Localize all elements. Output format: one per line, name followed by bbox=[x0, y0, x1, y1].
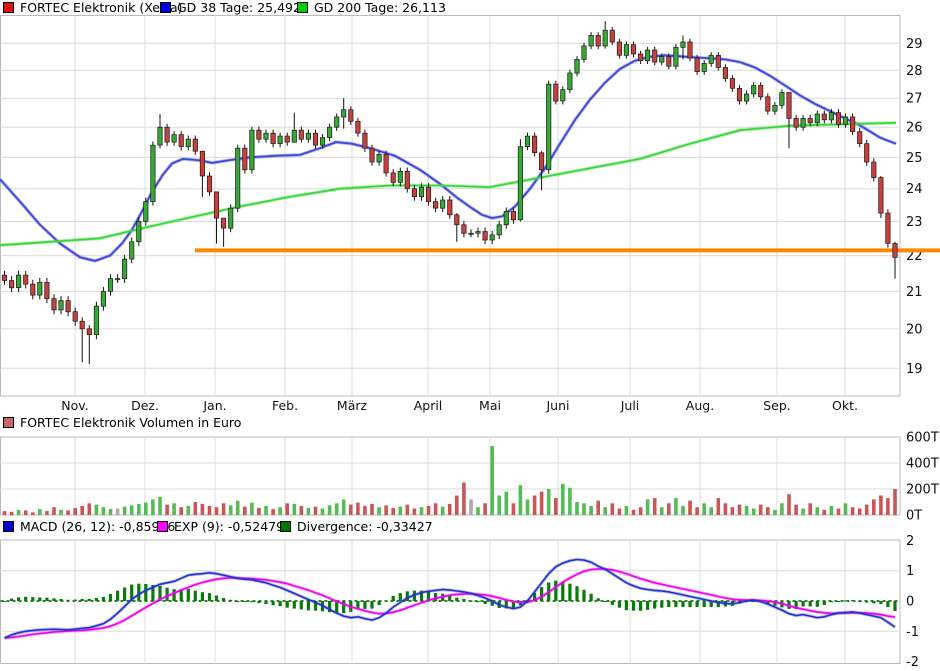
svg-text:2: 2 bbox=[906, 534, 914, 549]
exp-label: EXP (9): -0,52479 bbox=[174, 520, 284, 533]
svg-text:-1: -1 bbox=[906, 625, 919, 640]
gd200-label: GD 200 Tage: 26,113 bbox=[314, 1, 446, 14]
chart-canvas: 2928272625242322212019Nov.Dez.Jan.Feb.Mä… bbox=[0, 0, 940, 671]
svg-text:20: 20 bbox=[906, 322, 923, 337]
month-axis-labels: Nov. Dez. Jan. Feb. März April Mai Juni Juli Aug.… bbox=[61, 398, 858, 413]
price-axis-labels: 2928272625242322212019 bbox=[906, 37, 923, 377]
volume-label: FORTEC Elektronik Volumen in Euro bbox=[20, 416, 241, 429]
svg-text:26: 26 bbox=[906, 121, 923, 136]
macd-axis-labels: 2 1 0 -1 -2 bbox=[906, 534, 919, 670]
svg-text:Jan.: Jan. bbox=[202, 398, 226, 413]
volume-axis-labels: 600T400T200T0T bbox=[906, 431, 939, 524]
svg-text:25: 25 bbox=[906, 151, 923, 166]
svg-text:23: 23 bbox=[906, 215, 923, 230]
svg-text:Juni: Juni bbox=[545, 398, 569, 413]
volume-bars bbox=[3, 446, 897, 515]
volume-swatch bbox=[3, 417, 14, 428]
macd-label: MACD (26, 12): -0,85906 bbox=[20, 520, 175, 533]
legend-item-price: FORTEC Elektronik (Xetra) bbox=[3, 1, 183, 14]
legend-item-gd200: GD 200 Tage: 26,113 bbox=[297, 1, 446, 14]
svg-text:1: 1 bbox=[906, 564, 914, 579]
svg-text:Okt.: Okt. bbox=[832, 398, 858, 413]
macd-legend: MACD (26, 12): -0,85906 EXP (9): -0,5247… bbox=[0, 519, 940, 534]
svg-text:März: März bbox=[337, 398, 368, 413]
divergence-label: Divergence: -0,33427 bbox=[297, 520, 433, 533]
svg-text:Juli: Juli bbox=[620, 398, 640, 413]
svg-text:Dez.: Dez. bbox=[131, 398, 159, 413]
svg-text:0: 0 bbox=[906, 595, 914, 610]
price-series-swatch bbox=[3, 2, 14, 13]
gd200-swatch bbox=[297, 2, 308, 13]
legend-item-exp: EXP (9): -0,52479 bbox=[157, 520, 284, 533]
exp-swatch bbox=[157, 521, 168, 532]
gridlines bbox=[1, 16, 901, 664]
legend-item-gd38: GD 38 Tage: 25,492 bbox=[160, 1, 301, 14]
macd-swatch bbox=[3, 521, 14, 532]
svg-text:21: 21 bbox=[906, 285, 923, 300]
svg-text:Nov.: Nov. bbox=[61, 398, 88, 413]
svg-text:Sep.: Sep. bbox=[763, 398, 791, 413]
svg-text:Mai: Mai bbox=[479, 398, 501, 413]
legend-item-volume: FORTEC Elektronik Volumen in Euro bbox=[3, 416, 241, 429]
svg-text:400T: 400T bbox=[906, 457, 939, 472]
main-chart-legend: FORTEC Elektronik (Xetra) GD 38 Tage: 25… bbox=[0, 0, 940, 15]
svg-text:600T: 600T bbox=[906, 431, 939, 446]
svg-text:27: 27 bbox=[906, 92, 923, 107]
svg-text:April: April bbox=[414, 398, 443, 413]
svg-text:29: 29 bbox=[906, 37, 923, 52]
divergence-swatch bbox=[280, 521, 291, 532]
legend-item-macd: MACD (26, 12): -0,85906 bbox=[3, 520, 175, 533]
gd38-swatch bbox=[160, 2, 171, 13]
legend-item-divergence: Divergence: -0,33427 bbox=[280, 520, 433, 533]
price-series-label: FORTEC Elektronik (Xetra) bbox=[20, 1, 183, 14]
svg-text:Aug.: Aug. bbox=[686, 398, 714, 413]
svg-text:Feb.: Feb. bbox=[272, 398, 298, 413]
svg-text:19: 19 bbox=[906, 362, 923, 377]
gd38-label: GD 38 Tage: 25,492 bbox=[177, 1, 301, 14]
svg-text:28: 28 bbox=[906, 64, 923, 79]
svg-text:200T: 200T bbox=[906, 483, 939, 498]
svg-text:24: 24 bbox=[906, 182, 923, 197]
volume-legend: FORTEC Elektronik Volumen in Euro bbox=[0, 415, 940, 430]
svg-text:-2: -2 bbox=[906, 655, 919, 670]
stock-chart-panel: 2928272625242322212019Nov.Dez.Jan.Feb.Mä… bbox=[0, 0, 940, 671]
